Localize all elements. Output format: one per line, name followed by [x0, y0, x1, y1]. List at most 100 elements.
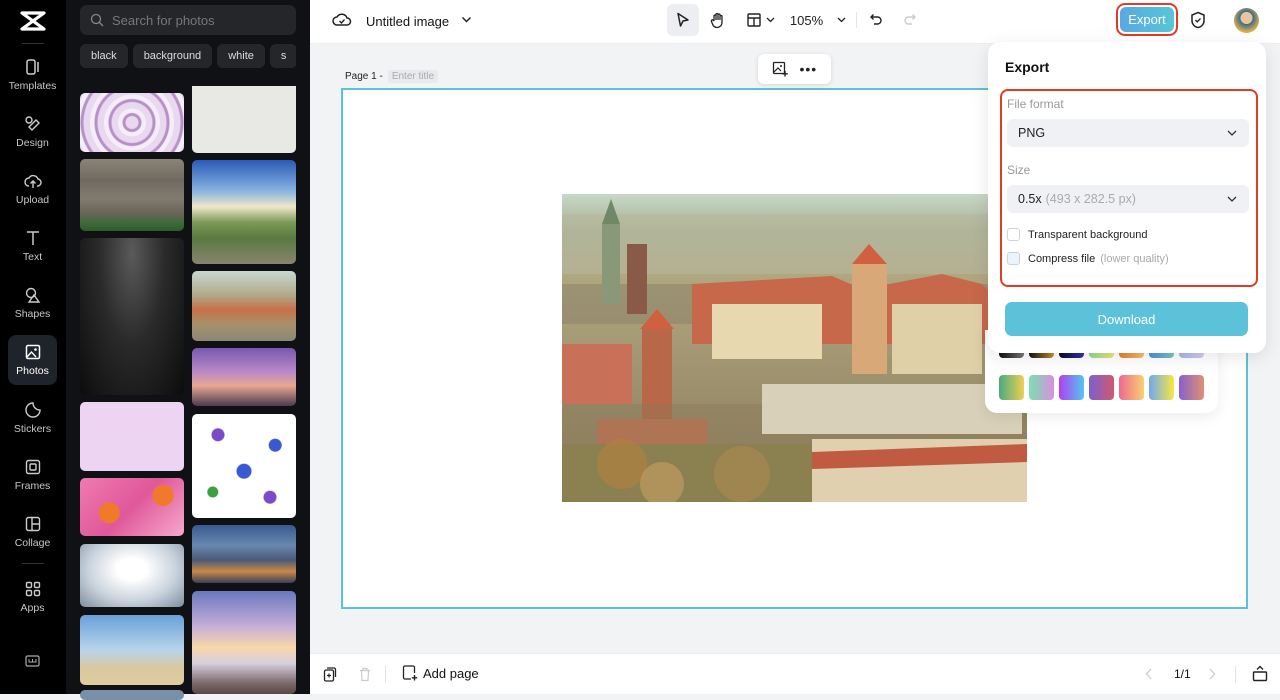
photos-icon [25, 344, 40, 360]
page-label: Page 1 - Enter title [345, 70, 439, 83]
photo-thumbnail-gifts[interactable] [80, 478, 184, 536]
rail-item-apps[interactable]: Apps [8, 572, 57, 622]
toolbar-divider [856, 12, 857, 28]
photo-thumbnail-beach-bag[interactable] [80, 615, 184, 685]
compress-file-checkbox[interactable] [1007, 252, 1020, 265]
layout-icon [746, 13, 761, 27]
chevron-down-icon[interactable] [461, 15, 472, 24]
transparent-background-checkbox[interactable] [1007, 228, 1020, 241]
photo-thumbnail-beetles[interactable] [192, 414, 296, 518]
chevron-down-icon [766, 17, 774, 23]
text-icon [26, 231, 39, 245]
rail-item-photos[interactable]: Photos [8, 335, 57, 385]
rail-item-design[interactable]: Design [8, 107, 57, 157]
chip-white[interactable]: white [217, 44, 265, 68]
photo-thumbnail-kaleidoscope[interactable] [80, 93, 184, 152]
add-image-icon[interactable] [772, 61, 788, 77]
transparent-background-option[interactable]: Transparent background [1007, 228, 1147, 241]
search-icon [90, 13, 104, 27]
add-page-button[interactable]: Add page [402, 665, 479, 681]
bottom-divider [1235, 666, 1236, 683]
chip-black[interactable]: black [80, 44, 128, 68]
floating-toolbar: ••• [758, 54, 831, 84]
gradient-swatch[interactable] [1179, 375, 1204, 400]
photo-thumbnail-seaside[interactable] [192, 591, 296, 694]
rail-item-templates[interactable]: Templates [8, 50, 57, 100]
photo-thumbnail-mountain-valley[interactable] [192, 160, 296, 264]
export-button[interactable]: Export [1116, 3, 1178, 36]
export-panel: Export File format PNG Size 0.5x (493 x 2… [988, 42, 1266, 353]
rail-item-text[interactable]: Text [8, 221, 57, 271]
select-tool-button[interactable] [667, 4, 699, 36]
page-counter: 1/1 [1174, 667, 1191, 681]
stickers-icon [24, 402, 41, 418]
upload-icon [23, 174, 42, 188]
rail-divider [22, 563, 44, 564]
export-settings-highlight: File format PNG Size 0.5x (493 x 282.5 px… [1000, 89, 1258, 287]
more-options-icon[interactable]: ••• [799, 62, 817, 76]
delete-page-icon[interactable] [359, 667, 371, 682]
download-button[interactable]: Download [1005, 302, 1248, 336]
rail-item-frames[interactable]: Frames [8, 450, 57, 500]
user-avatar[interactable] [1234, 8, 1259, 33]
duplicate-page-icon[interactable] [323, 667, 337, 682]
photo-thumbnail-partial[interactable] [80, 690, 184, 700]
tag-chips: black background white s [80, 44, 296, 68]
file-format-label: File format [1007, 97, 1064, 111]
export-panel-title: Export [1005, 59, 1050, 75]
photo-search-input[interactable]: Search for photos [80, 5, 296, 35]
photos-panel: Search for photos black background white s [66, 0, 310, 700]
document-title[interactable]: Untitled image [366, 12, 449, 30]
rail-item-collage[interactable]: Collage [8, 507, 57, 557]
rail-item-upload[interactable]: Upload [8, 164, 57, 214]
chip-background[interactable]: background [132, 44, 213, 68]
add-page-icon [402, 665, 418, 681]
chevron-down-icon [837, 17, 846, 23]
shield-check-icon[interactable] [1190, 11, 1206, 29]
templates-icon [25, 59, 39, 75]
design-icon [24, 116, 40, 131]
cursor-icon [677, 12, 689, 27]
bottom-bar: Add page 1/1 [310, 653, 1280, 694]
prev-page-icon[interactable] [1145, 668, 1153, 680]
krakow-castle-photo [562, 194, 1027, 502]
chip-more[interactable]: s [269, 44, 296, 68]
canvas-image[interactable] [562, 194, 1027, 502]
photo-thumbnail-pink-paper[interactable] [80, 402, 184, 471]
photo-thumbnail-dark-gradient[interactable] [80, 238, 184, 395]
photo-thumbnail-purple-sunset[interactable] [192, 348, 296, 406]
rail-divider [22, 43, 44, 44]
capcut-logo-icon [20, 11, 46, 31]
size-select[interactable]: 0.5x (493 x 282.5 px) [1007, 185, 1249, 213]
bottom-divider [385, 666, 386, 683]
gradient-swatch[interactable] [999, 375, 1024, 400]
keyboard-shortcuts-icon[interactable] [25, 655, 40, 667]
gradient-swatch[interactable] [1149, 375, 1174, 400]
undo-icon [870, 14, 882, 25]
zoom-dropdown[interactable]: 105% [788, 4, 848, 36]
file-format-select[interactable]: PNG [1007, 119, 1249, 147]
left-rail: Templates Design Upload Text Shapes Phot… [0, 0, 66, 694]
rail-item-stickers[interactable]: Stickers [8, 393, 57, 443]
photo-thumbnail-white-paper[interactable] [192, 86, 296, 153]
undo-button[interactable] [865, 4, 887, 36]
layout-menu-button[interactable] [740, 4, 780, 36]
gradient-swatch[interactable] [1029, 375, 1054, 400]
gradient-swatch[interactable] [1059, 375, 1084, 400]
gradient-swatch[interactable] [1119, 375, 1144, 400]
photo-thumbnail-wood-fir[interactable] [80, 159, 184, 231]
photo-thumbnail-studio[interactable] [80, 544, 184, 607]
rail-item-shapes[interactable]: Shapes [8, 278, 57, 328]
next-page-icon[interactable] [1208, 668, 1216, 680]
hand-icon [710, 12, 723, 28]
compress-file-option[interactable]: Compress file (lower quality) [1007, 252, 1169, 265]
photo-thumbnail-city-dusk[interactable] [192, 525, 296, 583]
gradient-swatch[interactable] [1089, 375, 1114, 400]
cloud-saved-icon[interactable] [332, 11, 352, 29]
hand-tool-button[interactable] [703, 4, 733, 36]
redo-button[interactable] [899, 4, 921, 36]
pages-panel-toggle-icon[interactable] [1252, 665, 1268, 682]
photo-thumbnail-krakow[interactable] [192, 271, 296, 341]
frames-icon [25, 459, 40, 475]
page-title-input[interactable]: Enter title [387, 70, 439, 83]
